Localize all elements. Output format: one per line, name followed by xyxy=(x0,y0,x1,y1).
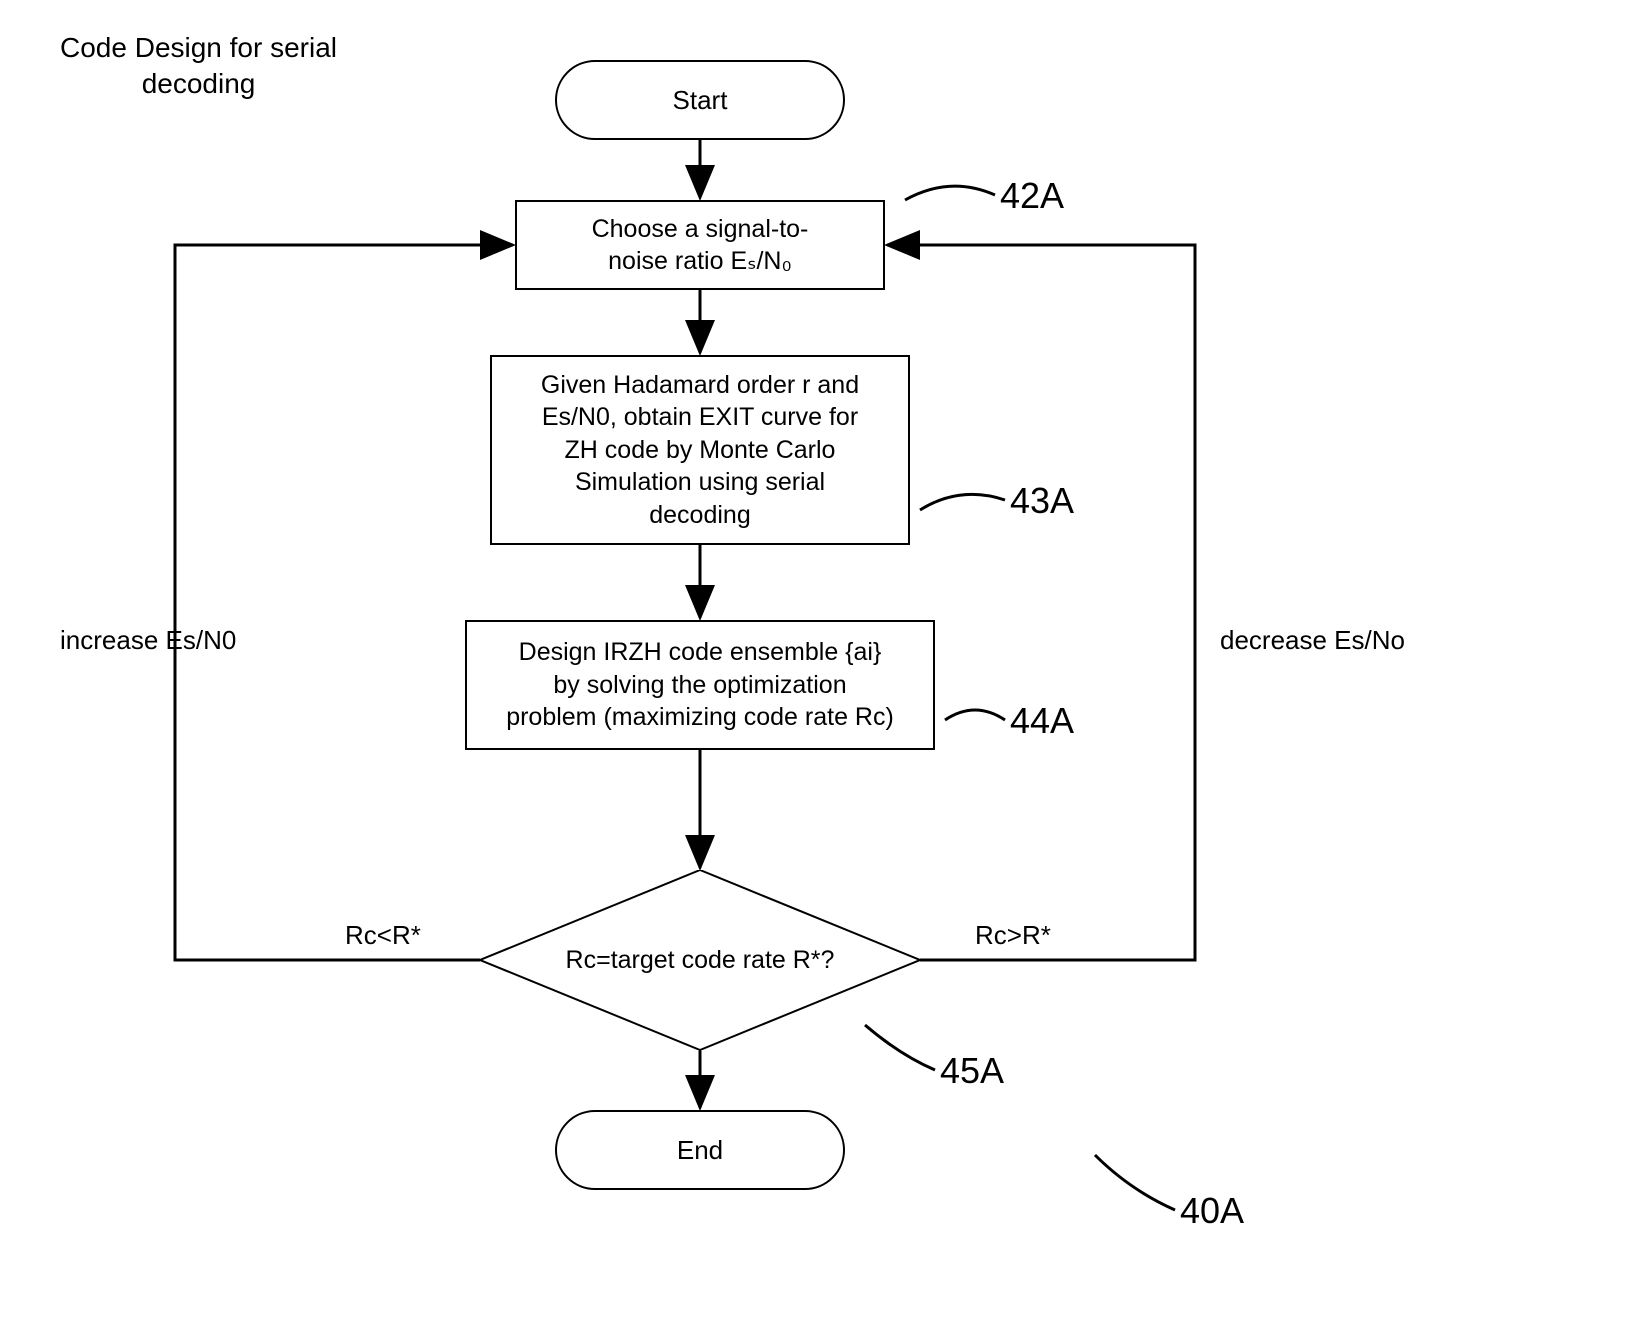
ref-45a: 45A xyxy=(940,1050,1004,1092)
ref-44a: 44A xyxy=(1010,700,1074,742)
end-label: End xyxy=(677,1135,723,1166)
end-node: End xyxy=(555,1110,845,1190)
step-42a-text: Choose a signal-to- noise ratio Eₛ/N₀ xyxy=(592,213,809,278)
diagram-title: Code Design for serial decoding xyxy=(60,30,337,103)
ref-42a: 42A xyxy=(1000,175,1064,217)
step-44a-text: Design IRZH code ensemble {ai} by solvin… xyxy=(506,636,894,734)
ref-40a: 40A xyxy=(1180,1190,1244,1232)
step-43a-box: Given Hadamard order r and Es/N0, obtain… xyxy=(490,355,910,545)
step-44a-box: Design IRZH code ensemble {ai} by solvin… xyxy=(465,620,935,750)
decision-45a-text: Rc=target code rate R*? xyxy=(480,870,920,1050)
start-label: Start xyxy=(673,85,728,116)
decision-45a-container: Rc=target code rate R*? xyxy=(480,870,920,1050)
left-cond-label: Rc<R* xyxy=(345,920,421,951)
step-42a-box: Choose a signal-to- noise ratio Eₛ/N₀ xyxy=(515,200,885,290)
left-loop-label: increase Es/N0 xyxy=(60,625,236,656)
start-node: Start xyxy=(555,60,845,140)
ref-43a: 43A xyxy=(1010,480,1074,522)
right-loop-label: decrease Es/No xyxy=(1220,625,1405,656)
right-cond-label: Rc>R* xyxy=(975,920,1051,951)
step-43a-text: Given Hadamard order r and Es/N0, obtain… xyxy=(541,369,859,532)
